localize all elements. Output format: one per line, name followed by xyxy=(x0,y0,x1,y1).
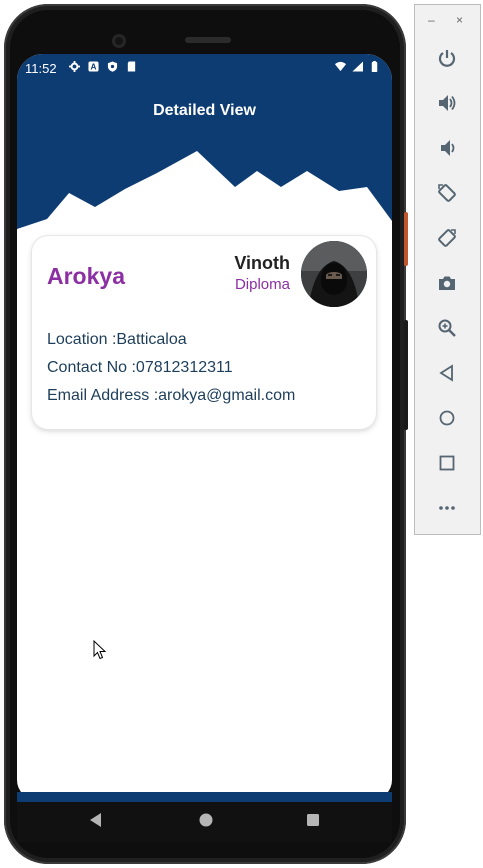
rotate-left-button[interactable] xyxy=(434,180,460,206)
camera-icon xyxy=(439,276,455,290)
location-text: Location :Batticaloa xyxy=(47,331,187,348)
overview-button[interactable] xyxy=(434,450,460,476)
email-address-text: Email Address :arokya@gmail.com xyxy=(47,387,296,404)
home-button[interactable] xyxy=(434,405,460,431)
close-button[interactable]: × xyxy=(456,13,463,27)
status-bar: 11:52 A xyxy=(17,54,392,82)
contact-number-text: Contact No :07812312311 xyxy=(47,359,233,376)
wifi-icon xyxy=(335,61,346,72)
status-time: 11:52 xyxy=(25,61,57,76)
nav-overview-icon[interactable] xyxy=(305,812,321,828)
android-navigation-bar xyxy=(17,802,392,842)
overview-icon xyxy=(439,455,455,471)
back-icon xyxy=(439,364,453,382)
volume-down-button[interactable] xyxy=(434,135,460,161)
earpiece-speaker xyxy=(185,37,231,43)
app-header: Detailed View xyxy=(17,82,392,253)
power-icon xyxy=(438,50,456,67)
zoom-button[interactable] xyxy=(434,315,460,341)
rotate-left-icon xyxy=(438,184,456,202)
zoom-icon xyxy=(438,319,456,337)
home-icon xyxy=(439,410,455,426)
volume-up-icon xyxy=(439,95,456,111)
volume-up-button[interactable] xyxy=(434,90,460,116)
rotate-right-icon xyxy=(438,229,456,247)
rotate-right-button[interactable] xyxy=(434,225,460,251)
toolbar-window-controls: – × xyxy=(415,13,480,29)
settings-gear-icon xyxy=(69,61,80,72)
sd-card-icon xyxy=(127,61,136,72)
student-name: Arokya xyxy=(47,263,125,289)
front-camera xyxy=(112,34,126,48)
detail-lines: Location :Batticaloa Contact No :0781231… xyxy=(47,331,295,415)
minimize-button[interactable]: – xyxy=(428,13,435,27)
hooded-person-photo xyxy=(301,241,367,307)
student-detail-card[interactable]: Arokya Vinoth Diploma Location :Battical… xyxy=(32,236,376,429)
app-a-icon: A xyxy=(88,61,99,72)
volume-down-icon xyxy=(441,140,455,156)
screenshot-button[interactable] xyxy=(434,270,460,296)
person-qualification: Diploma xyxy=(234,276,290,293)
battery-icon xyxy=(371,61,378,72)
nav-home-icon[interactable] xyxy=(198,812,214,828)
shield-icon xyxy=(107,61,118,72)
app-bottom-strip xyxy=(17,792,392,802)
person-name: Vinoth xyxy=(234,253,290,273)
mouse-pointer-icon xyxy=(93,640,107,660)
status-system-icons xyxy=(335,61,380,72)
status-notification-icons: A xyxy=(69,61,137,72)
more-icon xyxy=(439,506,455,510)
avatar xyxy=(301,241,367,307)
svg-text:A: A xyxy=(91,63,97,72)
nav-back-icon[interactable] xyxy=(88,812,104,828)
side-volume-button[interactable] xyxy=(404,320,408,430)
cell-signal-icon xyxy=(352,61,363,72)
device-screen: 11:52 A Detailed View Arokya Vinoth Dipl… xyxy=(17,54,392,800)
emulator-toolbar: – × xyxy=(414,4,481,535)
page-title: Detailed View xyxy=(153,102,256,119)
more-button[interactable] xyxy=(434,495,460,521)
side-power-button[interactable] xyxy=(404,212,408,266)
power-button[interactable] xyxy=(434,45,460,71)
person-info: Vinoth Diploma xyxy=(234,253,290,293)
back-button[interactable] xyxy=(434,360,460,386)
